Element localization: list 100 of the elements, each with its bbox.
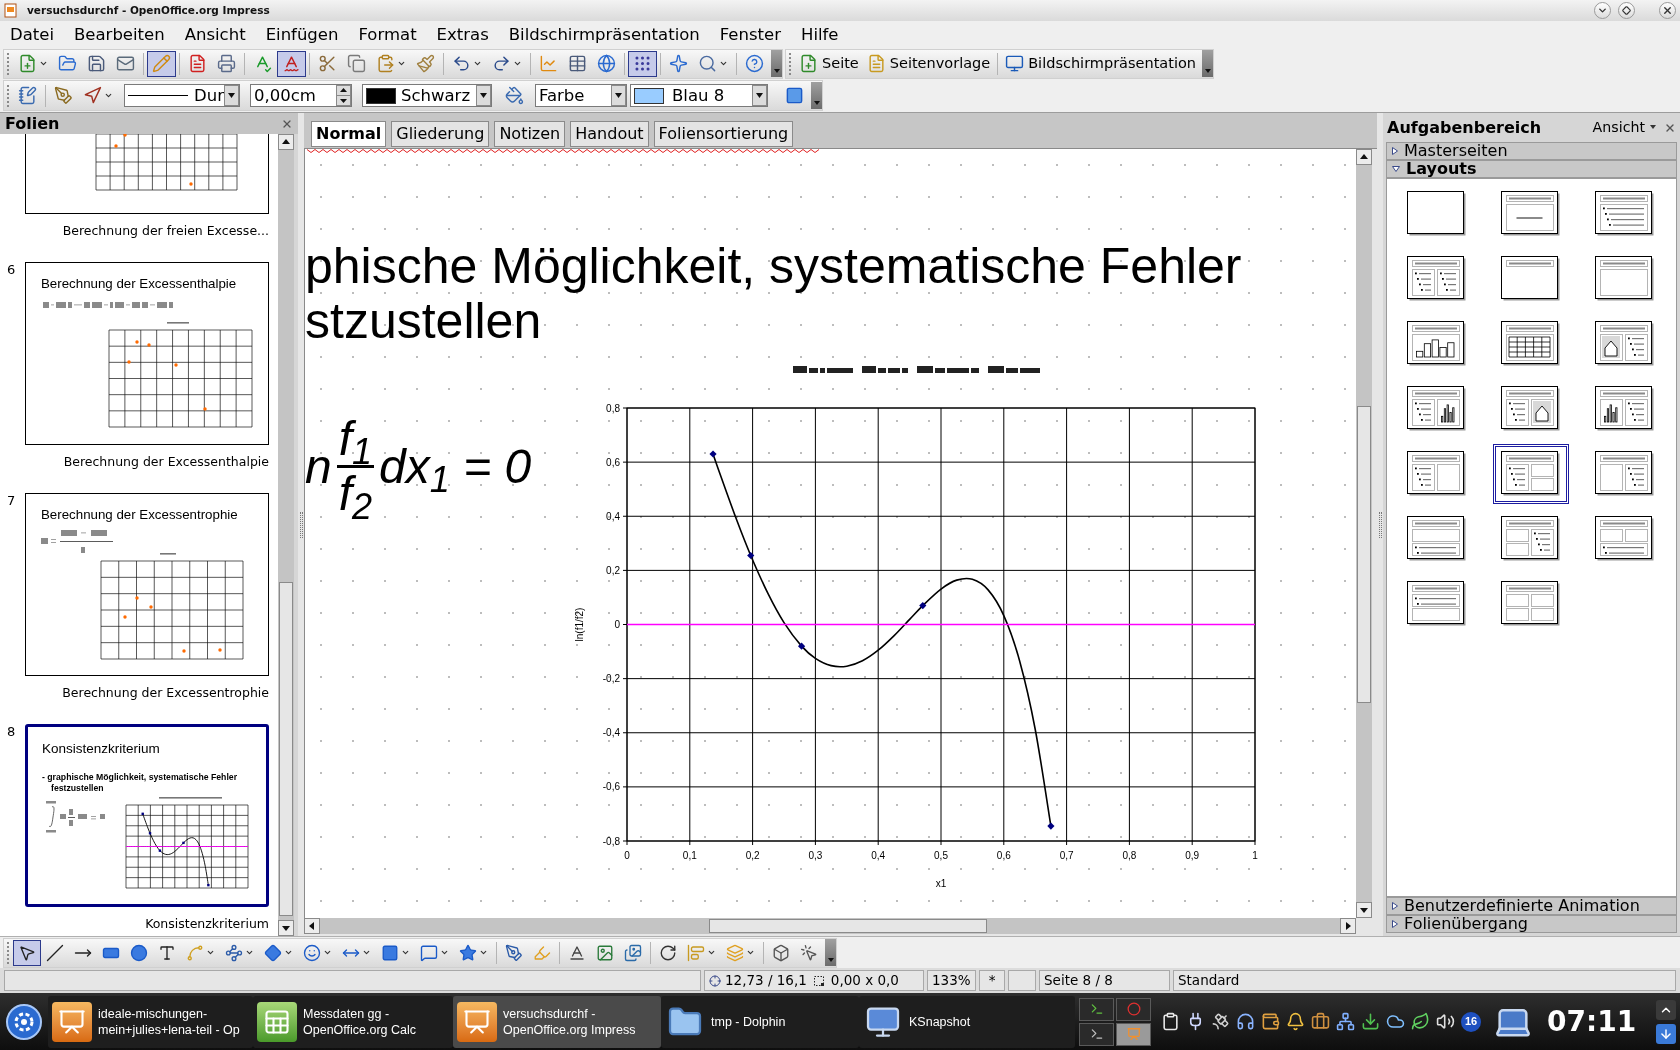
briefcase-icon[interactable] — [1311, 1012, 1330, 1031]
toolbar-overflow-button[interactable] — [825, 939, 836, 966]
speaker-icon[interactable] — [1436, 1012, 1455, 1031]
toolbar-button[interactable] — [628, 50, 657, 77]
toolbar-button[interactable] — [13, 939, 41, 966]
formula-drawing — [46, 801, 105, 833]
gear-logo-icon — [5, 1002, 43, 1041]
line-style-dropdown[interactable]: Dur — [124, 84, 240, 107]
terminal-icon — [1089, 1027, 1104, 1041]
menu-item[interactable]: Fenster — [709, 21, 791, 48]
desktop-pager-cell[interactable] — [1116, 997, 1151, 1021]
toolbar-overflow-button[interactable] — [771, 50, 782, 77]
date-badge[interactable]: 16 — [1461, 1011, 1481, 1032]
toolbar-grip[interactable] — [789, 52, 792, 75]
scrollbar-thumb[interactable] — [709, 919, 987, 933]
slide-caption: Berechnung der freien Excesse... — [62, 222, 269, 240]
tick-label: 0,8 — [606, 402, 620, 414]
toolbar-button[interactable] — [277, 50, 306, 77]
menu-item[interactable]: Extras — [426, 21, 499, 48]
desktop-pager-cell[interactable] — [1079, 1022, 1114, 1046]
taskbar-task[interactable]: KSnapshot — [859, 995, 1075, 1048]
toolbar-button[interactable]: Seitenvorlage — [862, 50, 995, 77]
layout-preview-icon — [1595, 515, 1655, 562]
bell-icon[interactable] — [1286, 1012, 1305, 1031]
menu-item[interactable]: Bildschirmpräsentation — [498, 21, 710, 48]
data-point — [218, 648, 222, 652]
taskbar-task[interactable]: versuchsdurchf - OpenOffice.org Impress — [453, 995, 661, 1048]
images-icon — [624, 943, 642, 962]
view-tab[interactable]: Normal — [311, 121, 387, 147]
view-tab[interactable]: Notizen — [494, 121, 566, 147]
toolbar-grip[interactable] — [7, 84, 10, 107]
scrollbar[interactable] — [304, 918, 1356, 934]
splitter-handle[interactable] — [1378, 511, 1382, 538]
chevron-up-icon[interactable] — [1656, 999, 1676, 1020]
tick-label: -0,6 — [602, 781, 620, 793]
network-icon[interactable] — [1336, 1012, 1355, 1031]
toolbar-grip[interactable] — [7, 941, 10, 964]
toolbar-grip[interactable] — [7, 52, 10, 75]
data-point — [182, 649, 186, 653]
line-width-field[interactable]: 0,00cm — [250, 84, 352, 107]
toolbar-button[interactable] — [147, 50, 176, 77]
leaf-icon[interactable] — [1411, 1012, 1430, 1031]
menu-item[interactable]: Hilfe — [790, 21, 849, 48]
arrowhead-icon — [83, 86, 102, 105]
maximize-button[interactable] — [1618, 2, 1635, 19]
slide-number: 6 — [7, 262, 16, 277]
section-header[interactable]: Layouts — [1386, 160, 1677, 178]
toolbar-button[interactable]: Bildschirmpräsentation — [1001, 50, 1201, 77]
section-header[interactable]: Benutzerdefinierte Animation — [1386, 897, 1677, 915]
clipboard-icon[interactable] — [1161, 1012, 1180, 1031]
minimize-button[interactable] — [1594, 2, 1611, 19]
slide-thumbnail[interactable]: Berechnung der Excessentrophie — [25, 493, 269, 676]
slide-thumbnail[interactable]: Berechnung der Excessenthalpie — [25, 262, 269, 445]
splitter-handle[interactable] — [299, 511, 303, 538]
satellite-icon[interactable] — [1211, 1012, 1230, 1031]
cloud-icon[interactable] — [1386, 1012, 1405, 1031]
area-style-dropdown[interactable]: Farbe — [535, 84, 627, 107]
close-button[interactable] — [1659, 2, 1676, 19]
line-color-dropdown[interactable]: Schwarz — [362, 84, 492, 107]
toolbar-overflow-button[interactable] — [1202, 50, 1214, 77]
caret-icon — [773, 69, 780, 73]
menu-item[interactable]: Ansicht — [174, 21, 256, 48]
scrollbar[interactable] — [278, 134, 294, 936]
wallet-icon[interactable] — [1261, 1012, 1280, 1031]
download-icon[interactable] — [1361, 1012, 1380, 1031]
scrollbar[interactable] — [1356, 149, 1372, 918]
menu-item[interactable]: Bearbeiten — [64, 21, 175, 48]
view-tab[interactable]: Gliederung — [391, 121, 490, 147]
taskbar-task[interactable]: ideale-mischungen- mein+julies+lena-teil - Op — [48, 995, 253, 1048]
caret-icon — [479, 948, 488, 957]
area-color-dropdown[interactable]: Blau 8 — [630, 84, 768, 107]
slide-thumbnail[interactable]: Konsistenzkriterium - graphische Möglichkeit, systematische Fehler festzustellen — [25, 724, 269, 907]
caret-down-icon — [1392, 166, 1400, 172]
menu-item[interactable]: Format — [348, 21, 427, 48]
zoom-level[interactable]: 133% — [927, 970, 976, 991]
desktop-pager-cell[interactable] — [1079, 997, 1114, 1021]
toolbar-overflow-button[interactable] — [811, 82, 822, 109]
view-menu-button[interactable]: Ansicht — [1592, 116, 1656, 139]
scrollbar-thumb[interactable] — [1357, 406, 1371, 703]
layout-option[interactable] — [1493, 443, 1569, 504]
scrollbar-thumb[interactable] — [279, 582, 293, 916]
slide-thumbnail[interactable] — [25, 134, 269, 214]
data-point — [135, 340, 139, 344]
clock[interactable]: 07:11 — [1547, 1005, 1637, 1038]
chart-icon — [539, 54, 558, 73]
menu-item[interactable]: Datei — [0, 21, 65, 48]
toolbar-button[interactable]: Seite — [795, 50, 863, 77]
desktop-pager-cell[interactable] — [1116, 1022, 1151, 1046]
caret-icon — [440, 948, 449, 957]
menu-item[interactable]: Einfügen — [255, 21, 349, 48]
view-tab[interactable]: Foliensortierung — [653, 121, 794, 147]
caret-icon — [1204, 69, 1211, 73]
headphones-icon[interactable] — [1236, 1012, 1255, 1031]
taskbar-task[interactable]: Messdaten gg - OpenOffice.org Calc — [253, 995, 453, 1048]
section-header[interactable]: Masterseiten — [1386, 142, 1677, 160]
section-header[interactable]: Folienübergang — [1386, 915, 1677, 933]
taskbar-task[interactable]: tmp - Dolphin — [661, 995, 859, 1048]
layout-name: Standard — [1173, 970, 1676, 991]
arrow-down-icon[interactable] — [1656, 1023, 1676, 1044]
view-tab[interactable]: Handout — [570, 121, 649, 147]
